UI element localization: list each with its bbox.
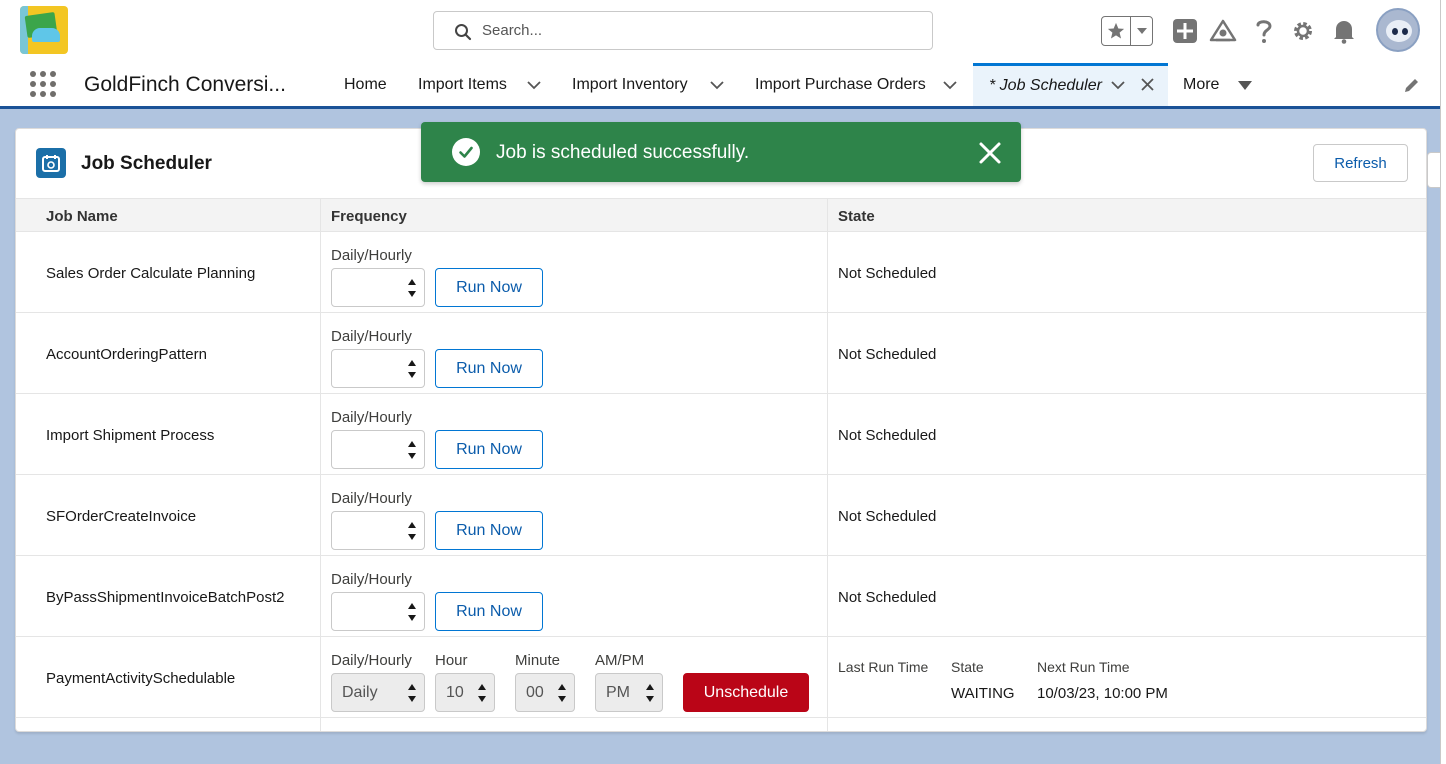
frequency-label: Daily/Hourly	[331, 571, 412, 588]
hour-value: 10	[446, 684, 464, 701]
table-row: Import Shipment Process Daily/Hourly Run…	[16, 394, 1426, 475]
next-run-label: Next Run Time	[1037, 659, 1130, 675]
job-name: PaymentActivitySchedulable	[46, 670, 236, 687]
frequency-select[interactable]: Daily	[331, 673, 425, 712]
trailhead-icon[interactable]	[1209, 17, 1237, 45]
ampm-value: PM	[606, 684, 630, 701]
nav-item-import-items[interactable]: Import Items	[418, 63, 507, 106]
global-header	[0, 0, 1446, 63]
run-now-button[interactable]: Run Now	[435, 268, 543, 307]
job-state: Not Scheduled	[838, 265, 937, 282]
nav-more[interactable]: More	[1183, 63, 1219, 106]
job-name: ByPassShipmentInvoiceBatchPost2	[46, 589, 285, 606]
app-name: GoldFinch Conversi...	[84, 73, 286, 96]
search-icon	[455, 24, 472, 41]
job-state: Not Scheduled	[838, 589, 937, 606]
table-row: SFOrderCreateInvoice Daily/Hourly Run No…	[16, 475, 1426, 556]
column-header-state: State	[838, 208, 875, 225]
favorites-star-icon[interactable]	[1102, 17, 1132, 45]
search-input[interactable]	[480, 12, 920, 49]
global-actions-icon[interactable]	[1171, 17, 1199, 45]
ampm-select[interactable]: PM	[595, 673, 663, 712]
chevron-down-icon[interactable]	[1110, 77, 1126, 93]
window-edge	[1440, 0, 1446, 764]
minute-label: Minute	[515, 652, 561, 669]
run-now-button[interactable]: Run Now	[435, 592, 543, 631]
setup-gear-icon[interactable]	[1289, 17, 1317, 45]
chevron-down-icon[interactable]	[526, 77, 542, 93]
hour-select[interactable]: 10	[435, 673, 495, 712]
job-name: Import Shipment Process	[46, 427, 215, 444]
unschedule-button[interactable]: Unschedule	[683, 673, 809, 712]
tab-job-scheduler-label: * Job Scheduler	[989, 77, 1102, 94]
ampm-label: AM/PM	[595, 652, 645, 669]
side-panel-toggle[interactable]	[1427, 152, 1440, 188]
frequency-label: Daily/Hourly	[331, 247, 412, 264]
favorites-group	[1101, 16, 1153, 46]
user-avatar[interactable]	[1376, 8, 1420, 52]
frequency-select[interactable]	[331, 349, 425, 388]
app-logo[interactable]	[20, 6, 68, 54]
tab-job-scheduler[interactable]: * Job Scheduler	[973, 63, 1168, 106]
frequency-label: Daily/Hourly	[331, 328, 412, 345]
global-search[interactable]	[433, 11, 933, 50]
toast-message: Job is scheduled successfully.	[496, 142, 750, 163]
close-icon[interactable]	[977, 140, 1003, 166]
state-label: State	[951, 659, 984, 675]
run-now-button[interactable]: Run Now	[435, 430, 543, 469]
table-row: AccountOrderingPattern Daily/Hourly Run …	[16, 313, 1426, 394]
column-header-frequency: Frequency	[331, 208, 407, 225]
nav-item-import-purchase-orders[interactable]: Import Purchase Orders	[755, 63, 926, 106]
nav-item-import-inventory[interactable]: Import Inventory	[572, 63, 688, 106]
help-icon[interactable]	[1250, 17, 1278, 45]
job-state: Not Scheduled	[838, 427, 937, 444]
notifications-bell-icon[interactable]	[1330, 17, 1358, 45]
frequency-select[interactable]	[331, 511, 425, 550]
hour-label: Hour	[435, 652, 468, 669]
frequency-label: Daily/Hourly	[331, 409, 412, 426]
frequency-value: Daily	[342, 684, 378, 701]
next-run-value: 10/03/23, 10:00 PM	[1037, 685, 1168, 702]
run-now-button[interactable]: Run Now	[435, 511, 543, 550]
success-toast: Job is scheduled successfully.	[421, 122, 1021, 182]
job-name: Sales Order Calculate Planning	[46, 265, 256, 282]
app-launcher-icon[interactable]	[30, 71, 56, 97]
job-state: Not Scheduled	[838, 508, 937, 525]
frequency-select[interactable]	[331, 268, 425, 307]
table-row: Sales Order Calculate Planning Daily/Hou…	[16, 232, 1426, 313]
job-name: SFOrderCreateInvoice	[46, 508, 197, 525]
app-nav-bar: GoldFinch Conversi... Home Import Items …	[0, 63, 1446, 109]
job-state: Not Scheduled	[838, 346, 937, 363]
table-row: ByPassShipmentInvoiceBatchPost2 Daily/Ho…	[16, 556, 1426, 637]
close-tab-icon[interactable]	[1140, 77, 1155, 92]
job-name: AccountOrderingPattern	[46, 346, 207, 363]
chevron-down-icon[interactable]	[942, 77, 958, 93]
job-scheduler-card: Job Scheduler Refresh Job Name Frequency…	[15, 128, 1427, 732]
card-title: Job Scheduler	[81, 153, 212, 174]
caret-down-icon[interactable]	[1238, 81, 1252, 90]
edit-nav-pencil-icon[interactable]	[1403, 76, 1421, 94]
state-value: WAITING	[951, 685, 1015, 702]
favorites-dropdown-icon[interactable]	[1131, 17, 1152, 45]
frequency-select[interactable]	[331, 430, 425, 469]
table-header: Job Name Frequency State	[16, 198, 1426, 232]
nav-item-home[interactable]: Home	[344, 63, 387, 106]
minute-value: 00	[526, 684, 544, 701]
success-check-icon	[452, 138, 480, 166]
frequency-label: Daily/Hourly	[331, 490, 412, 507]
table-row-scheduled: PaymentActivitySchedulable Daily/Hourly …	[16, 637, 1426, 718]
column-header-job-name: Job Name	[46, 208, 118, 225]
chevron-down-icon[interactable]	[709, 77, 725, 93]
run-now-button[interactable]: Run Now	[435, 349, 543, 388]
refresh-button[interactable]: Refresh	[1313, 144, 1408, 182]
calendar-icon	[36, 148, 66, 178]
minute-select[interactable]: 00	[515, 673, 575, 712]
frequency-select[interactable]	[331, 592, 425, 631]
frequency-label: Daily/Hourly	[331, 652, 412, 669]
last-run-label: Last Run Time	[838, 659, 929, 675]
